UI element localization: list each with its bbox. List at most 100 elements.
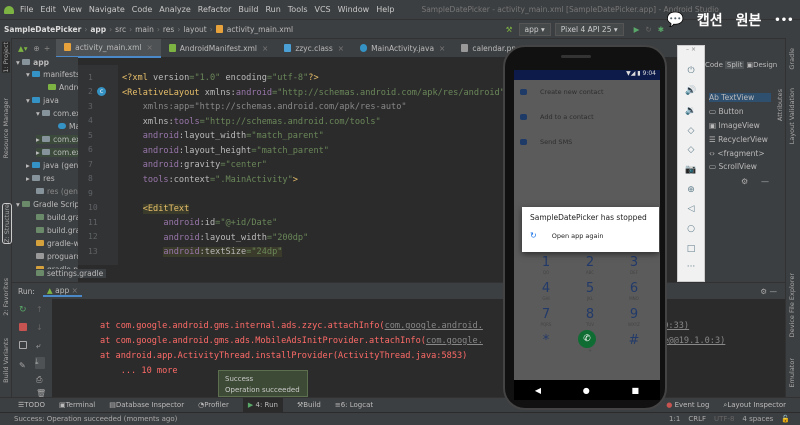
palette-item-fragment[interactable]: ‹› <fragment>: [709, 149, 765, 158]
breadcrumb-main[interactable]: main: [135, 25, 154, 34]
palette-item-scrollview[interactable]: ▭ ScrollView: [709, 162, 757, 171]
minimize-icon[interactable]: —: [761, 177, 769, 186]
gear-icon[interactable]: ⚙ —: [760, 287, 777, 296]
close-icon[interactable]: ×: [147, 43, 153, 52]
run-tool-button[interactable]: ▶ 4: Run: [242, 397, 283, 413]
tree-item-main-activity[interactable]: MainActivity: [58, 122, 78, 131]
run-icon[interactable]: ▶: [634, 25, 640, 34]
code-line[interactable]: android:id="@+id/Date": [122, 218, 277, 228]
volume-up-icon[interactable]: 🔊: [678, 86, 704, 96]
create-contact-option[interactable]: Create new contact: [540, 88, 604, 96]
line-separator[interactable]: CRLF: [688, 415, 706, 423]
tab-main-activity[interactable]: MainActivity.java ×: [352, 39, 453, 58]
project-tool-tab[interactable]: 1: Project: [2, 42, 10, 73]
tree-item-gradle-scripts[interactable]: ▾ Gradle Scripts: [16, 200, 78, 209]
home-icon[interactable]: ●: [583, 386, 590, 395]
android-view-icon[interactable]: ▲▾: [18, 44, 28, 53]
trash-icon[interactable]: 🗑: [36, 389, 46, 398]
tree-item-res-generated[interactable]: res (generated): [36, 187, 78, 196]
menu-view[interactable]: View: [63, 5, 82, 14]
build-tool-button[interactable]: ⚒ Build: [297, 401, 321, 409]
tree-item-java[interactable]: ▾ java: [26, 96, 59, 105]
code-line[interactable]: <RelativeLayout xmlns:android="http://sc…: [122, 88, 505, 98]
code-editor[interactable]: <?xml version="1.0" encoding="utf-8"?> <R…: [118, 65, 508, 265]
original-button[interactable]: 원본: [736, 10, 762, 30]
run-tab-app[interactable]: ▲ app ×: [42, 286, 82, 297]
stop-icon[interactable]: [19, 323, 27, 331]
dialpad-key[interactable]: 5 JKL: [580, 281, 600, 301]
speech-bubble-icon[interactable]: 💬: [666, 12, 683, 28]
tab-activity-main-xml[interactable]: activity_main.xml ×: [56, 38, 161, 58]
todo-tool-button[interactable]: ☰ TODO: [18, 401, 45, 409]
layout-inspector-tool-button[interactable]: ⌕ Layout Inspector: [723, 401, 786, 410]
tree-item-java-generated[interactable]: ▸ java (generated): [26, 161, 78, 170]
dialpad-key[interactable]: 2 ABC: [580, 255, 600, 275]
emulator-tool-tab[interactable]: Emulator: [788, 358, 796, 388]
caret-position[interactable]: 1:1: [669, 415, 680, 423]
palette-item-textview[interactable]: Ab TextView: [709, 93, 771, 102]
tree-item-manifest-file[interactable]: AndroidManifest.xml: [48, 83, 78, 92]
device-file-explorer-tool-tab[interactable]: Device File Explorer: [788, 273, 796, 337]
layout-icon[interactable]: [19, 341, 27, 349]
apply-changes-icon[interactable]: ↻: [645, 25, 651, 34]
breadcrumb-app[interactable]: app: [90, 25, 106, 34]
caption-button[interactable]: 캡션: [697, 10, 723, 30]
menu-run[interactable]: Run: [265, 5, 280, 14]
window-controls[interactable]: – ×: [678, 46, 704, 53]
status-message[interactable]: Success: Operation succeeded (moments ag…: [14, 415, 177, 423]
class-gutter-icon[interactable]: c: [97, 87, 106, 96]
structure-tool-tab[interactable]: Z: Structure: [2, 203, 12, 244]
dialpad-key[interactable]: 8 TUV: [580, 307, 600, 327]
database-inspector-tool-button[interactable]: ▤ Database Inspector: [109, 401, 184, 409]
gear-icon[interactable]: ⚙: [741, 177, 748, 186]
code-line[interactable]: xmlns:tools="http://schemas.android.com/…: [122, 117, 381, 127]
back-icon[interactable]: ◁: [678, 204, 704, 214]
trace-link[interactable]: com.google.: [426, 336, 483, 346]
collapse-icon[interactable]: ÷: [44, 44, 50, 53]
dialpad-key[interactable]: 1 QO: [536, 255, 556, 275]
terminal-tool-button[interactable]: ▣ Terminal: [59, 401, 95, 409]
call-button[interactable]: ✆: [578, 330, 596, 348]
gradle-tool-tab[interactable]: Gradle: [788, 48, 796, 70]
lock-icon[interactable]: 🔓: [781, 415, 790, 423]
menu-code[interactable]: Code: [132, 5, 152, 14]
menu-refactor[interactable]: Refactor: [198, 5, 232, 14]
scroll-to-end-icon[interactable]: ⤓: [35, 357, 45, 369]
phone-screen[interactable]: ▼◢ ▮ 9:04 Create new contact Add to a co…: [514, 70, 660, 380]
menu-vcs[interactable]: VCS: [315, 5, 331, 14]
code-line[interactable]: tools:context=".MainActivity">: [122, 175, 298, 185]
tree-item-gradle-wrapper[interactable]: gradle-wrapper.properties: [36, 239, 78, 248]
close-icon[interactable]: ×: [338, 44, 344, 53]
menu-analyze[interactable]: Analyze: [159, 5, 191, 14]
open-app-again-button[interactable]: ↻ Open app again: [530, 231, 651, 240]
more-icon[interactable]: ···: [678, 262, 704, 272]
menu-tools[interactable]: Tools: [288, 5, 308, 14]
tree-item-res[interactable]: ▸ res: [26, 174, 55, 183]
code-mode-button[interactable]: Code: [705, 61, 723, 69]
design-mode-button[interactable]: ▣Design: [746, 61, 777, 69]
tab-android-manifest[interactable]: AndroidManifest.xml ×: [161, 39, 277, 58]
send-sms-option[interactable]: Send SMS: [540, 138, 572, 146]
rotate-right-icon[interactable]: ◇: [678, 145, 704, 155]
add-to-contact-option[interactable]: Add to a contact: [540, 113, 594, 121]
code-line[interactable]: <EditText: [122, 203, 190, 214]
print-icon[interactable]: ⎙: [36, 375, 44, 384]
file-encoding[interactable]: UTF-8: [714, 415, 734, 423]
breadcrumb-res[interactable]: res: [163, 25, 174, 34]
home-icon[interactable]: ○: [678, 224, 704, 234]
code-line[interactable]: android:layout_width="match_parent": [122, 131, 324, 141]
breadcrumb-layout[interactable]: layout: [183, 25, 206, 34]
close-icon[interactable]: ×: [72, 286, 78, 295]
more-button[interactable]: •••: [774, 15, 793, 26]
code-line[interactable]: android:layout_height="match_parent": [122, 146, 329, 156]
power-icon[interactable]: ⏻: [678, 66, 704, 76]
menu-edit[interactable]: Edit: [40, 5, 56, 14]
breadcrumb-src[interactable]: src: [115, 25, 126, 34]
hammer-icon[interactable]: ⚒: [506, 25, 513, 34]
soft-wrap-icon[interactable]: ⤶: [36, 341, 44, 350]
dialpad-key[interactable]: 6 MNO: [624, 281, 644, 301]
build-variants-tool-tab[interactable]: Build Variants: [2, 338, 10, 383]
tree-item-settings-gradle[interactable]: settings.gradle: [36, 269, 107, 278]
close-icon[interactable]: ×: [439, 44, 445, 53]
menu-file[interactable]: File: [20, 5, 33, 14]
